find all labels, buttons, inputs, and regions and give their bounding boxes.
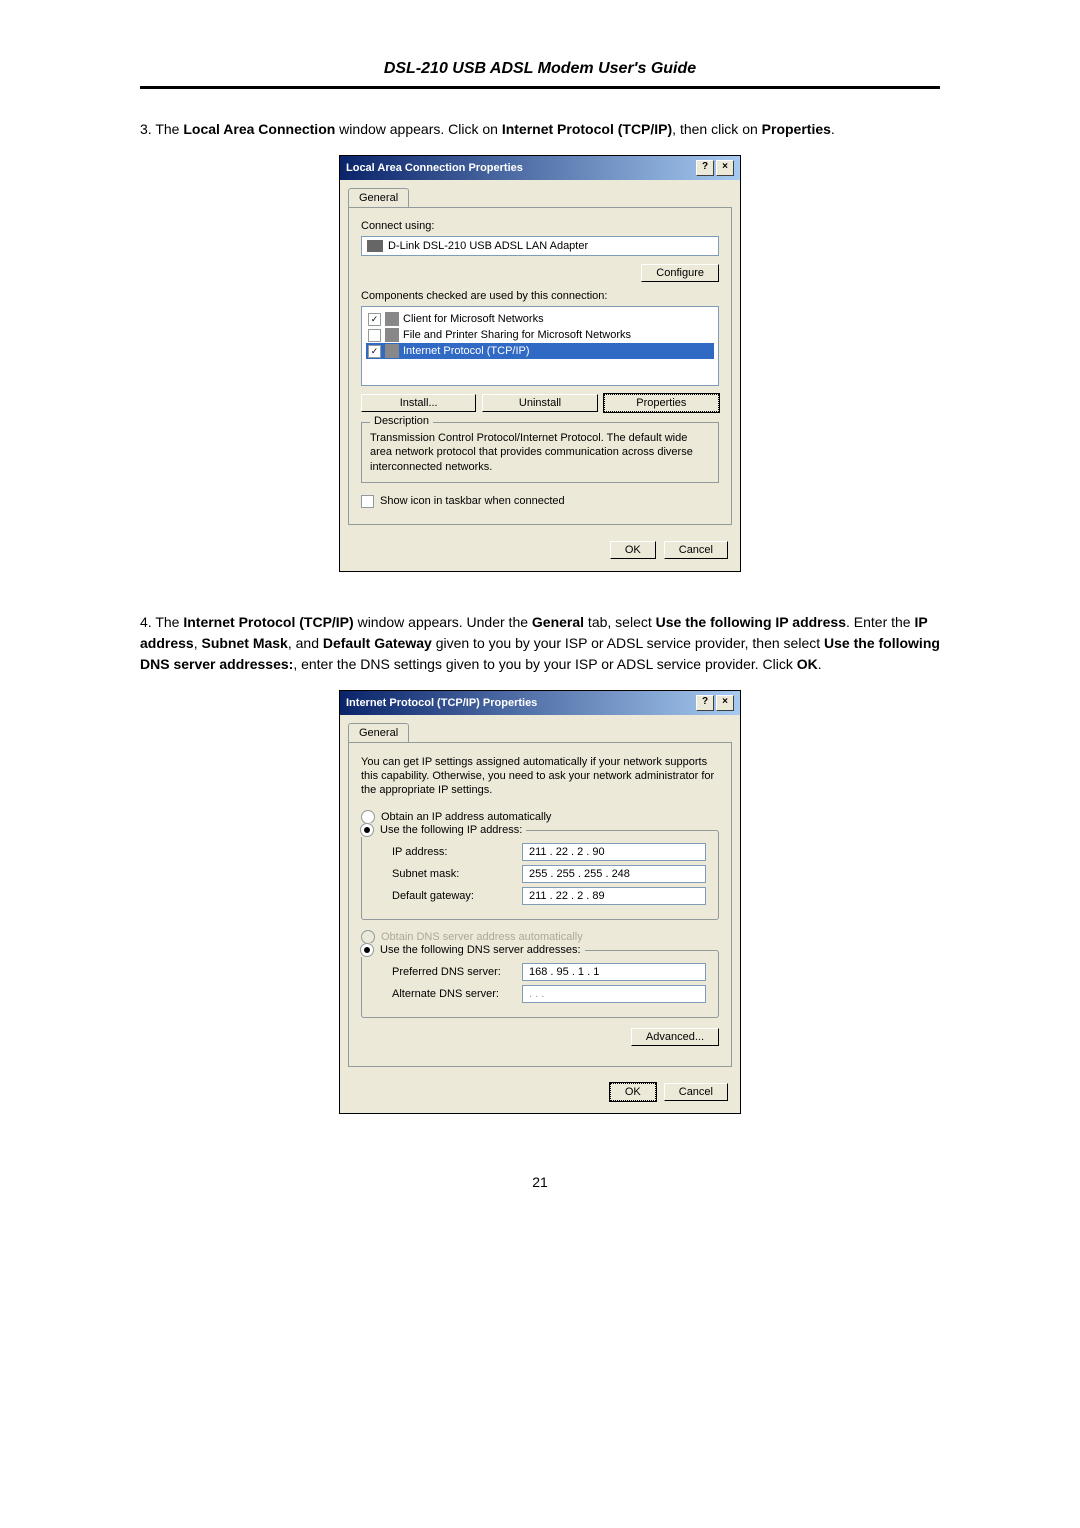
properties-button[interactable]: Properties [604,394,719,412]
tab-general[interactable]: General [348,723,409,742]
tcpip-properties-dialog: Internet Protocol (TCP/IP) Properties ? … [339,690,741,1114]
components-label: Components checked are used by this conn… [361,290,719,302]
checkbox[interactable] [368,329,381,342]
close-button[interactable]: × [716,695,734,711]
page-number: 21 [140,1174,940,1190]
step-number: 4. [140,614,152,630]
list-item[interactable]: File and Printer Sharing for Microsoft N… [366,327,714,343]
checkbox[interactable]: ✓ [368,313,381,326]
install-button[interactable]: Install... [361,394,476,412]
alt-dns-input[interactable]: . . . [522,985,706,1003]
show-icon-label: Show icon in taskbar when connected [380,495,565,507]
tab-general[interactable]: General [348,188,409,207]
lan-properties-dialog: Local Area Connection Properties ? × Gen… [339,155,741,572]
step-3: 3. The Local Area Connection window appe… [140,119,940,140]
advanced-button[interactable]: Advanced... [631,1028,719,1046]
ok-button[interactable]: OK [610,1083,656,1101]
checkbox[interactable]: ✓ [368,345,381,358]
gateway-label: Default gateway: [392,890,474,902]
connect-using-label: Connect using: [361,220,719,232]
list-item[interactable]: ✓ Internet Protocol (TCP/IP) [366,343,714,359]
description-group: Description Transmission Control Protoco… [361,422,719,483]
pref-dns-label: Preferred DNS server: [392,966,501,978]
help-button[interactable]: ? [696,695,714,711]
show-icon-checkbox[interactable] [361,495,374,508]
step-4: 4. The Internet Protocol (TCP/IP) window… [140,612,940,675]
pref-dns-input[interactable]: 168 . 95 . 1 . 1 [522,963,706,981]
ok-button[interactable]: OK [610,541,656,559]
close-button[interactable]: × [716,160,734,176]
gateway-input[interactable]: 211 . 22 . 2 . 89 [522,887,706,905]
ip-address-label: IP address: [392,846,447,858]
components-list[interactable]: ✓ Client for Microsoft Networks File and… [361,306,719,386]
use-dns-group: Use the following DNS server addresses: … [361,950,719,1018]
obtain-dns-label: Obtain DNS server address automatically [381,931,583,943]
cancel-button[interactable]: Cancel [664,541,728,559]
obtain-ip-label: Obtain an IP address automatically [381,811,551,823]
service-icon [385,328,399,342]
use-ip-radio[interactable] [360,823,374,837]
protocol-icon [385,344,399,358]
cancel-button[interactable]: Cancel [664,1083,728,1101]
client-icon [385,312,399,326]
dialog-title: Internet Protocol (TCP/IP) Properties [346,697,537,709]
nic-icon [367,240,383,252]
dialog-title: Local Area Connection Properties [346,162,523,174]
ip-address-input[interactable]: 211 . 22 . 2 . 90 [522,843,706,861]
page-header: DSL-210 USB ADSL Modem User's Guide [140,60,940,89]
use-ip-group: Use the following IP address: IP address… [361,830,719,920]
subnet-label: Subnet mask: [392,868,459,880]
description-text: Transmission Control Protocol/Internet P… [370,431,710,474]
configure-button[interactable]: Configure [641,264,719,282]
alt-dns-label: Alternate DNS server: [392,988,499,1000]
obtain-dns-radio [361,930,375,944]
uninstall-button[interactable]: Uninstall [482,394,597,412]
use-dns-radio[interactable] [360,943,374,957]
titlebar: Internet Protocol (TCP/IP) Properties ? … [340,691,740,715]
adapter-field: D-Link DSL-210 USB ADSL LAN Adapter [361,236,719,256]
list-item[interactable]: ✓ Client for Microsoft Networks [366,311,714,327]
help-button[interactable]: ? [696,160,714,176]
obtain-ip-radio[interactable] [361,810,375,824]
intro-text: You can get IP settings assigned automat… [361,755,719,798]
use-ip-label: Use the following IP address: [380,824,522,836]
subnet-input[interactable]: 255 . 255 . 255 . 248 [522,865,706,883]
titlebar: Local Area Connection Properties ? × [340,156,740,180]
use-dns-label: Use the following DNS server addresses: [380,944,581,956]
step-number: 3. [140,121,152,137]
